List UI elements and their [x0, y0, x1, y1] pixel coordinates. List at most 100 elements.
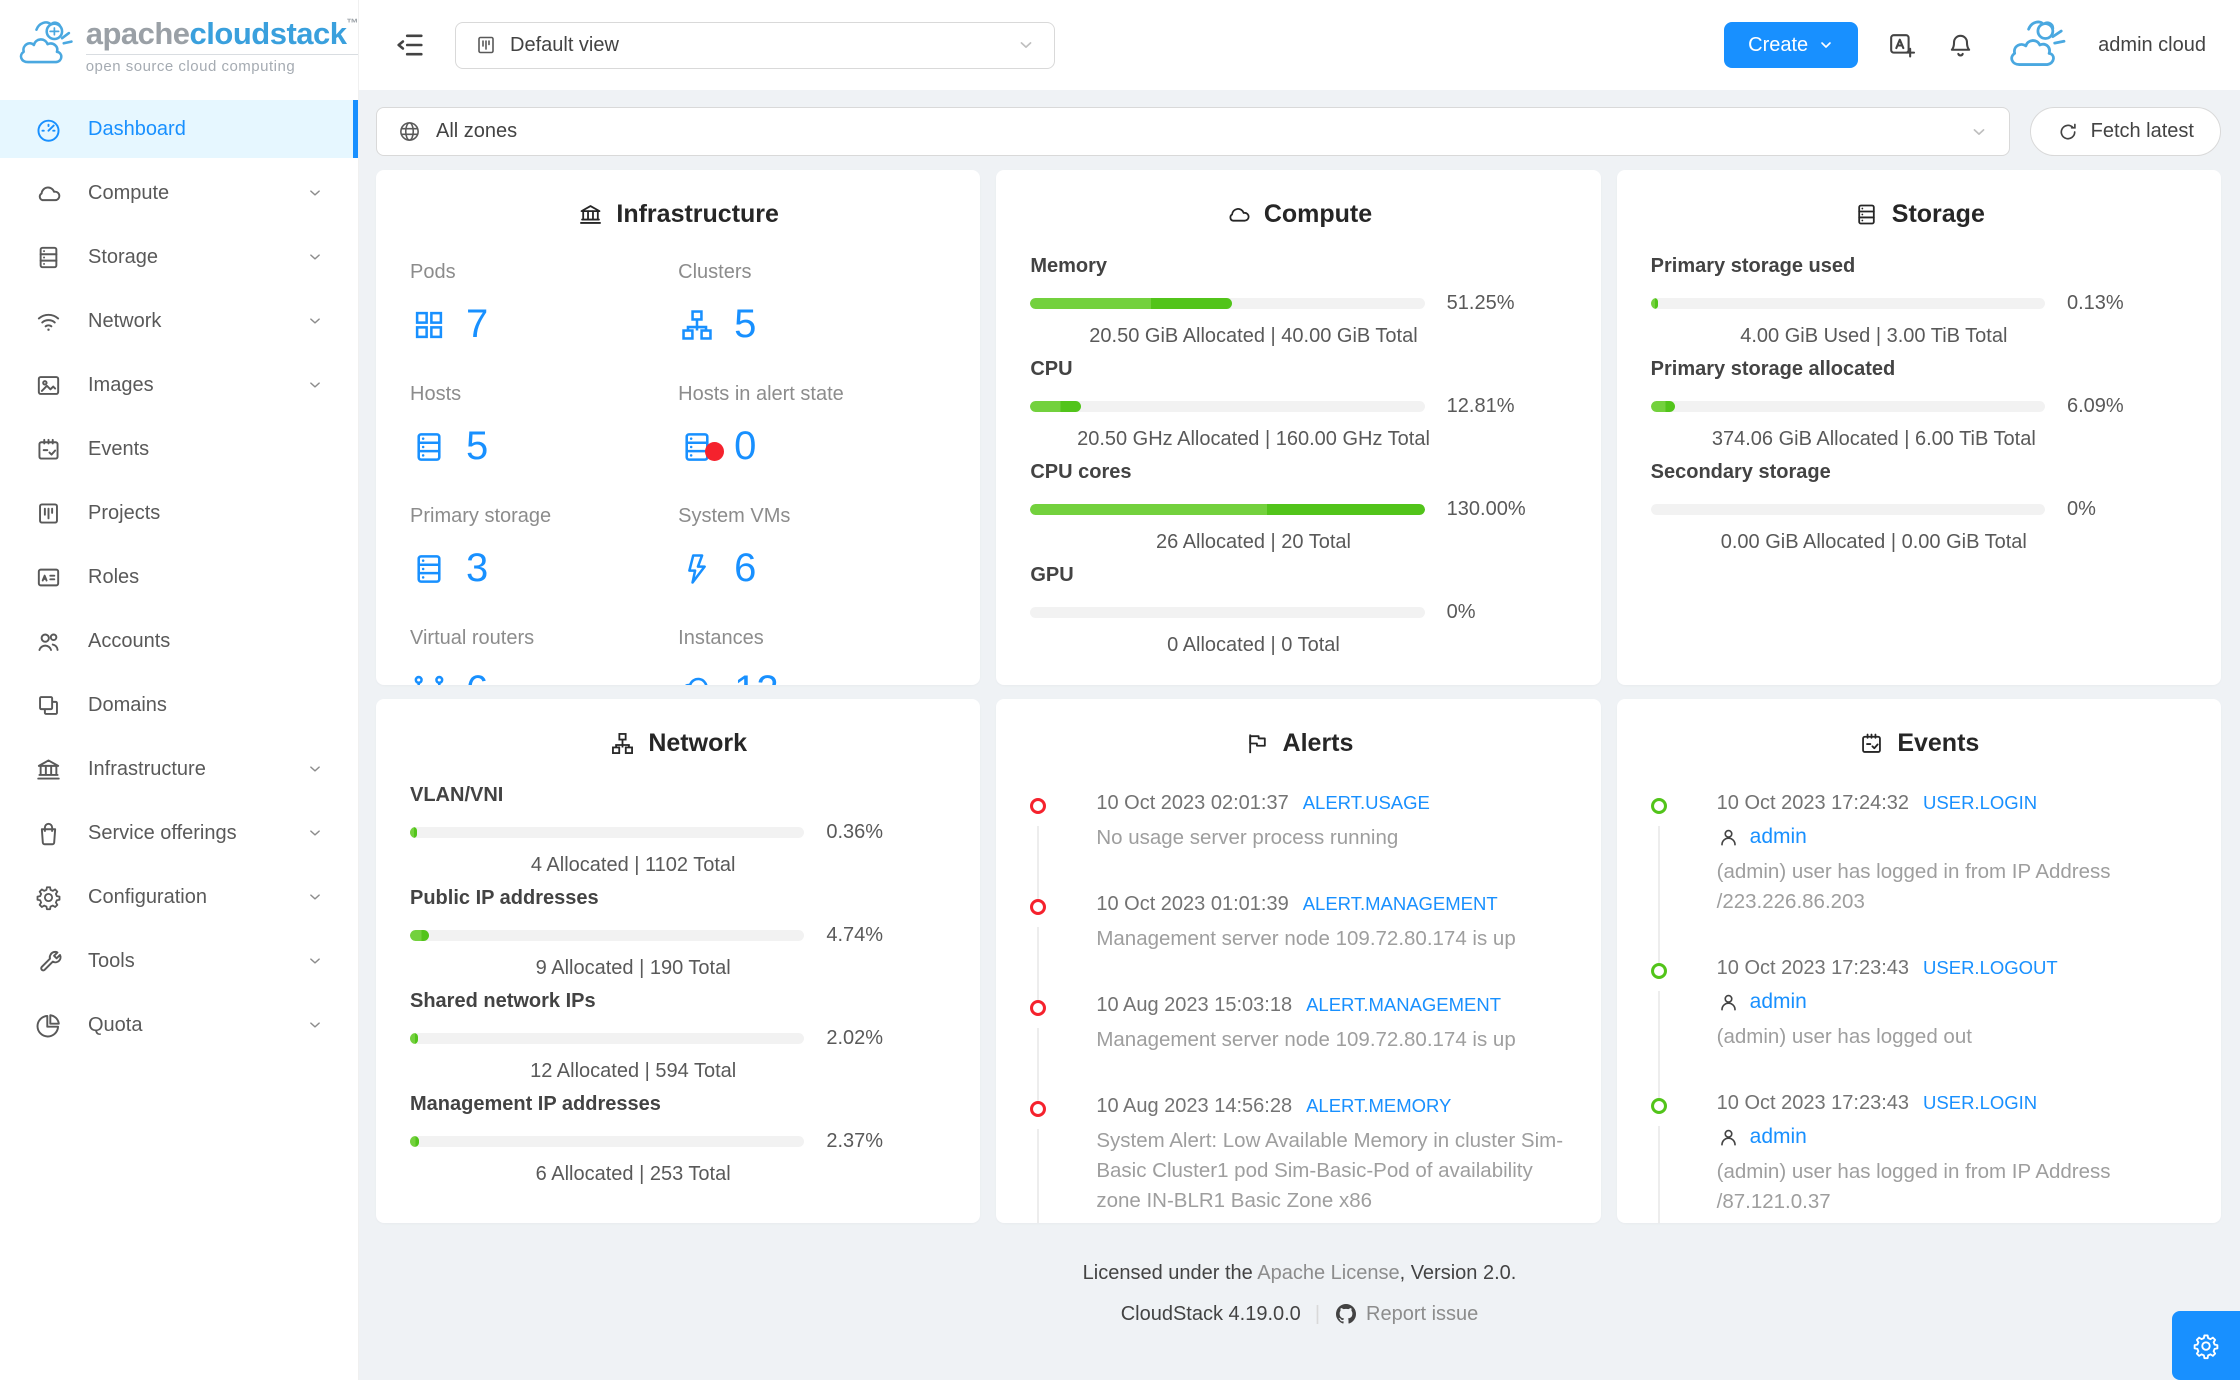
- sidebar-item-service-offerings[interactable]: Service offerings: [0, 804, 358, 862]
- gear-icon: [2193, 1333, 2219, 1359]
- sidebar-item-tools[interactable]: Tools: [0, 932, 358, 990]
- alert-type-link[interactable]: ALERT.MANAGEMENT: [1306, 994, 1501, 1015]
- sidebar-item-dashboard[interactable]: Dashboard: [0, 100, 358, 158]
- metric-clusters[interactable]: Clusters 5: [678, 261, 946, 347]
- gear-icon: [36, 885, 61, 910]
- report-issue-link[interactable]: Report issue: [1334, 1300, 1478, 1328]
- metric-virtual-routers[interactable]: Virtual routers 6: [410, 627, 678, 685]
- chevron-down-icon: [310, 1022, 320, 1028]
- alerts-card-title: Alerts: [1030, 729, 1566, 758]
- metric-system-vms[interactable]: System VMs 6: [678, 505, 946, 591]
- metric-instances[interactable]: Instances 12: [678, 627, 946, 685]
- sidebar-item-storage[interactable]: Storage: [0, 228, 358, 286]
- alert-item[interactable]: 10 Aug 2023 14:56:28 ALERT.MEMORY System …: [1030, 1095, 1566, 1223]
- project-icon: [39, 502, 58, 524]
- sidebar-item-label: Accounts: [88, 629, 171, 652]
- sidebar-item-label: Network: [88, 309, 162, 332]
- app-logo[interactable]: apachecloudstack™ open source cloud comp…: [0, 0, 358, 90]
- progress-bar: [1030, 607, 1425, 618]
- sidebar-item-label: Quota: [88, 1013, 143, 1036]
- usage-public-ip: Public IP addresses 4.74% 9 Allocated | …: [410, 887, 884, 979]
- user-icon: [1720, 1129, 1736, 1146]
- progress-bar: [410, 827, 805, 838]
- progress-bar: [410, 1136, 805, 1147]
- sidebar-item-quota[interactable]: Quota: [0, 996, 358, 1054]
- create-button[interactable]: Create: [1724, 22, 1859, 68]
- event-type-link[interactable]: USER.LOGIN: [1923, 1092, 2037, 1113]
- sidebar-item-label: Infrastructure: [88, 757, 206, 780]
- settings-fab[interactable]: [2172, 1311, 2240, 1380]
- zone-selector[interactable]: All zones: [376, 107, 2010, 156]
- sidebar-item-images[interactable]: Images: [0, 356, 358, 414]
- alert-type-link[interactable]: ALERT.MANAGEMENT: [1303, 893, 1498, 914]
- cloud-icon: [38, 186, 61, 201]
- usage-primary-used: Primary storage used 0.13% 4.00 GiB Used…: [1650, 255, 2124, 347]
- chevron-down-icon: [310, 190, 320, 196]
- metric-hosts-alert[interactable]: Hosts in alert state 0: [678, 383, 946, 469]
- sidebar-item-label: Tools: [88, 949, 135, 972]
- chevron-down-icon: [310, 254, 320, 260]
- alert-item[interactable]: 10 Oct 2023 01:01:39 ALERT.MANAGEMENT Man…: [1030, 893, 1566, 1000]
- metric-hosts[interactable]: Hosts 5: [410, 383, 678, 469]
- progress-bar: [1650, 504, 2045, 515]
- sidebar-item-label: Domains: [88, 693, 167, 716]
- alert-item[interactable]: 10 Aug 2023 15:03:18 ALERT.MANAGEMENT Man…: [1030, 994, 1566, 1101]
- sidebar-item-compute[interactable]: Compute: [0, 164, 358, 222]
- sidebar-item-events[interactable]: Events: [0, 420, 358, 478]
- alert-type-link[interactable]: ALERT.MEMORY: [1306, 1095, 1451, 1116]
- alert-item[interactable]: 10 Oct 2023 02:01:37 ALERT.USAGE No usage…: [1030, 792, 1566, 899]
- apache-license-link[interactable]: Apache License: [1257, 1262, 1399, 1284]
- chevron-down-icon: [310, 958, 320, 964]
- event-user-link[interactable]: admin: [1750, 990, 1807, 1014]
- sidebar-item-infrastructure[interactable]: Infrastructure: [0, 740, 358, 798]
- event-item[interactable]: 10 Oct 2023 17:23:43 USER.LOGOUT admin (a…: [1650, 957, 2187, 1098]
- usage-primary-allocated: Primary storage allocated 6.09% 374.06 G…: [1650, 358, 2124, 450]
- sidebar-item-network[interactable]: Network: [0, 292, 358, 350]
- wrench-icon: [40, 950, 62, 971]
- bank-icon: [37, 758, 60, 780]
- menu-fold-icon[interactable]: [393, 28, 427, 62]
- view-selector[interactable]: Default view: [455, 21, 1055, 69]
- event-user-link[interactable]: admin: [1750, 1125, 1807, 1149]
- avatar[interactable]: [2004, 18, 2070, 72]
- github-icon: [1336, 1304, 1357, 1324]
- event-user-link[interactable]: admin: [1750, 825, 1807, 849]
- version-text: CloudStack 4.19.0.0: [1120, 1303, 1301, 1325]
- alert-type-link[interactable]: ALERT.USAGE: [1303, 792, 1430, 813]
- event-item[interactable]: 10 Oct 2023 17:24:32 USER.LOGIN admin (ad…: [1650, 792, 2187, 963]
- alert-dot-red: [1030, 899, 1047, 915]
- database-icon: [39, 246, 58, 268]
- infrastructure-card: Infrastructure Pods 7 Clusters 5 Hosts 5…: [376, 170, 981, 685]
- user-menu[interactable]: admin cloud: [2098, 34, 2206, 57]
- block-icon: [39, 695, 58, 715]
- event-type-link[interactable]: USER.LOGIN: [1923, 792, 2037, 813]
- usage-vlan: VLAN/VNI 0.36% 4 Allocated | 1102 Total: [410, 784, 884, 876]
- chevron-down-icon: [310, 318, 320, 324]
- storage-card-title: Storage: [1651, 200, 2187, 229]
- bell-icon[interactable]: [1945, 30, 1976, 61]
- sidebar-item-accounts[interactable]: Accounts: [0, 612, 358, 670]
- view-selector-value: Default view: [510, 33, 619, 56]
- globe-icon: [400, 122, 419, 141]
- create-button-label: Create: [1748, 33, 1809, 56]
- fetch-latest-button[interactable]: Fetch latest: [2029, 107, 2221, 156]
- brand-name: apachecloudstack™: [85, 15, 359, 51]
- sidebar-item-roles[interactable]: Roles: [0, 548, 358, 606]
- idcard-icon: [37, 568, 60, 586]
- cloudmonkey-logo-icon: [19, 21, 73, 64]
- translate-icon[interactable]: [1886, 30, 1917, 61]
- sidebar-item-label: Compute: [88, 181, 170, 204]
- flag-icon: [1248, 734, 1266, 754]
- sidebar-item-domains[interactable]: Domains: [0, 676, 358, 734]
- fetch-latest-label: Fetch latest: [2090, 120, 2194, 142]
- pie-chart-icon: [36, 1013, 60, 1037]
- metric-pods[interactable]: Pods 7: [410, 261, 678, 347]
- metric-primary-storage[interactable]: Primary storage 3: [410, 505, 678, 591]
- sidebar-menu: Dashboard Compute Storage Network Images…: [0, 90, 358, 1054]
- sidebar-item-configuration[interactable]: Configuration: [0, 868, 358, 926]
- event-type-link[interactable]: USER.LOGOUT: [1923, 957, 2058, 978]
- sidebar-item-projects[interactable]: Projects: [0, 484, 358, 542]
- database-icon: [1858, 204, 1875, 225]
- event-item[interactable]: 10 Oct 2023 17:23:43 USER.LOGIN admin (ad…: [1650, 1092, 2187, 1223]
- database-icon: [417, 432, 441, 461]
